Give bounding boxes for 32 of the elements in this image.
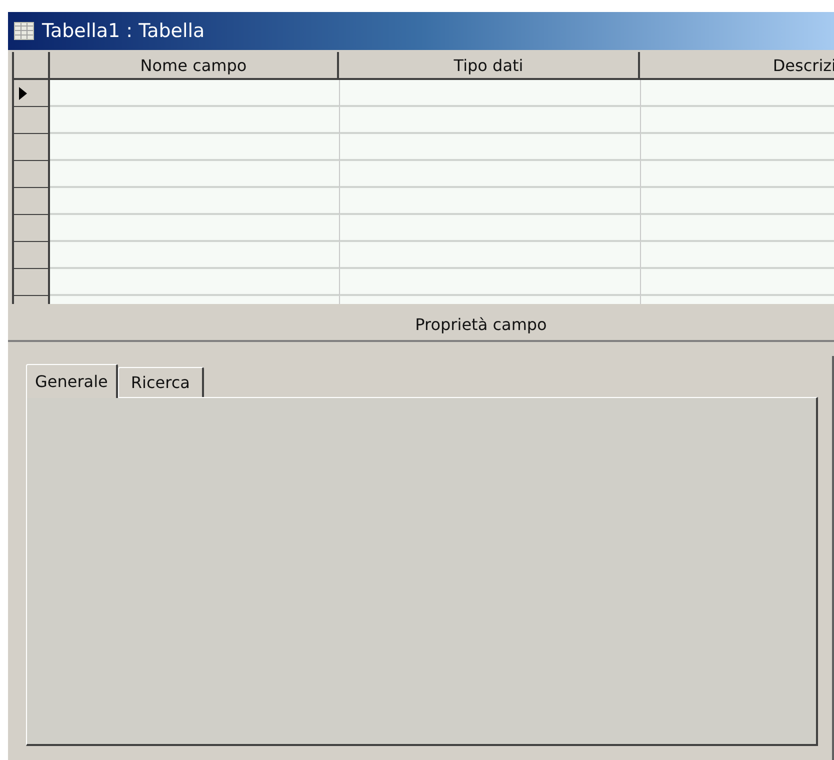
current-row-icon <box>18 86 27 100</box>
table-cell[interactable] <box>640 161 834 188</box>
row-selector[interactable] <box>14 269 50 296</box>
table-cell[interactable] <box>339 188 640 215</box>
column-header[interactable]: Nome campo <box>50 52 339 80</box>
table-cell[interactable] <box>640 188 834 215</box>
tab[interactable]: Generale <box>26 364 118 398</box>
row-selector[interactable] <box>14 134 50 161</box>
window-title: Tabella1 : Tabella <box>42 20 205 42</box>
row-selector[interactable] <box>14 80 50 107</box>
table-cell[interactable] <box>640 215 834 242</box>
section-title: Proprietà campo <box>415 314 547 334</box>
row-selector[interactable] <box>14 188 50 215</box>
table-cell[interactable] <box>640 107 834 134</box>
table-cell[interactable] <box>339 80 640 107</box>
table-cell[interactable] <box>640 242 834 269</box>
table-cell[interactable] <box>640 134 834 161</box>
table-icon <box>14 22 34 40</box>
row-selector[interactable] <box>14 242 50 269</box>
row-selector[interactable] <box>14 161 50 188</box>
row-selector[interactable] <box>14 107 50 134</box>
table-cell[interactable] <box>640 269 834 296</box>
table-cell[interactable] <box>339 107 640 134</box>
row-selector[interactable] <box>14 215 50 242</box>
table-cell[interactable] <box>640 80 834 107</box>
table-cell[interactable] <box>339 161 640 188</box>
column-header[interactable]: Tipo dati <box>339 52 640 80</box>
table-cell[interactable] <box>339 242 640 269</box>
table-cell[interactable] <box>339 269 640 296</box>
table-cell[interactable] <box>339 134 640 161</box>
tab[interactable]: Ricerca <box>118 367 204 397</box>
table-cell[interactable] <box>339 215 640 242</box>
